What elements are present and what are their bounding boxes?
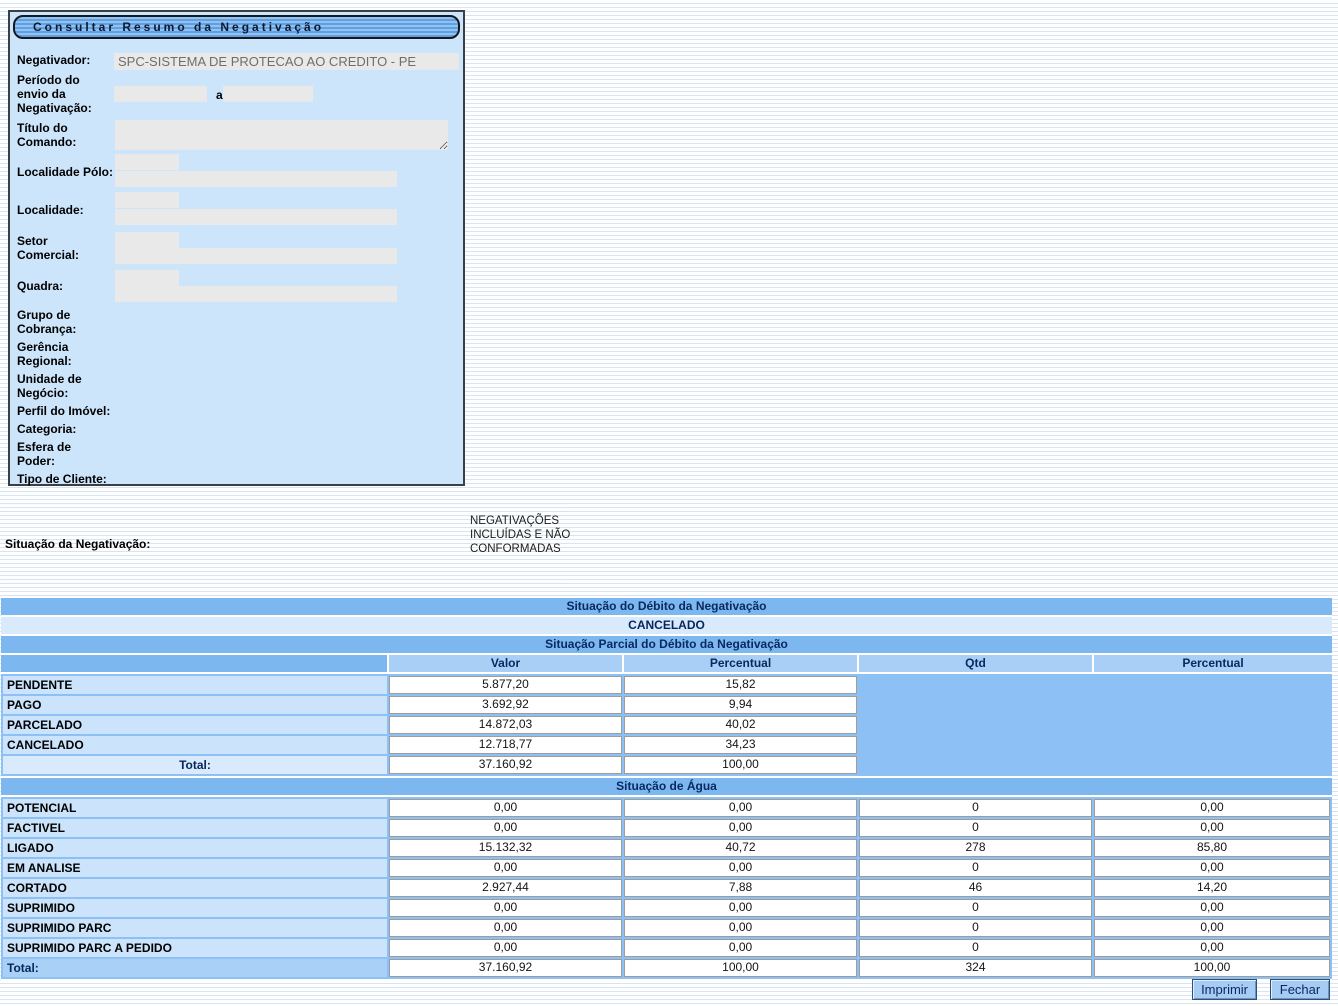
separator-line-top [2, 504, 565, 505]
table-row: SUPRIMIDO PARC 0,00 0,00 0 0,00 [3, 919, 1330, 937]
table-row: FACTIVEL 0,00 0,00 0 0,00 [3, 819, 1330, 837]
column-header-row: Valor Percentual Qtd Percentual [1, 655, 1332, 672]
negativador-input[interactable] [114, 53, 459, 70]
panel-title-bar: Consultar Resumo da Negativação [13, 15, 460, 39]
periodo-from-input[interactable] [114, 86, 207, 102]
quadra-name-input[interactable] [115, 286, 397, 302]
periodo-envio-label: Período do envio da Negativação: [17, 73, 99, 115]
debito-rows-section: PENDENTE 5.877,20 15,82 PAGO 3.692,92 9,… [1, 674, 1332, 776]
periodo-separator: a [216, 88, 223, 102]
table-row: PARCELADO 14.872,03 40,02 [3, 716, 1330, 734]
situacao-negativacao-label: Situação da Negativação: [5, 537, 150, 551]
situacao-negativacao-value: NEGATIVAÇÕES INCLUÍDAS E NÃO CONFORMADAS [470, 514, 574, 556]
debito-section-header: Situação do Débito da Negativação [1, 598, 1332, 615]
tipo-cliente-label: Tipo de Cliente: [17, 472, 147, 486]
table-row: EM ANALISE 0,00 0,00 0 0,00 [3, 859, 1330, 877]
fechar-button[interactable]: Fechar [1270, 979, 1330, 1000]
quadra-code-input[interactable] [115, 270, 179, 286]
setor-comercial-name-input[interactable] [115, 248, 397, 264]
localidade-polo-name-input[interactable] [115, 171, 397, 187]
grupo-cobranca-label: Grupo de Cobrança: [17, 308, 87, 336]
debito-status-subheader: CANCELADO [1, 617, 1332, 634]
quadra-label: Quadra: [17, 279, 127, 293]
periodo-to-input[interactable] [223, 86, 313, 102]
table-row: SUPRIMIDO 0,00 0,00 0 0,00 [3, 899, 1330, 917]
consulta-resumo-panel: Consultar Resumo da Negativação Negativa… [8, 10, 465, 486]
resumo-negativacao-table: Situação do Débito da Negativação CANCEL… [1, 598, 1332, 981]
table-row: LIGADO 15.132,32 40,72 278 85,80 [3, 839, 1330, 857]
localidade-polo-label: Localidade Pólo: [17, 165, 127, 179]
column-header-percentual2: Percentual [1094, 655, 1332, 672]
table-row: CANCELADO 12.718,77 34,23 [3, 736, 1330, 754]
action-button-bar: Imprimir Fechar [1192, 979, 1330, 1000]
setor-comercial-code-input[interactable] [115, 232, 179, 248]
column-header-empty [1, 655, 387, 672]
imprimir-button[interactable]: Imprimir [1192, 979, 1257, 1000]
column-header-valor: Valor [389, 655, 622, 672]
table-row: POTENCIAL 0,00 0,00 0 0,00 [3, 799, 1330, 817]
separator-line-bottom [2, 582, 565, 583]
table-row: SUPRIMIDO PARC A PEDIDO 0,00 0,00 0 0,00 [3, 939, 1330, 957]
table-row: PAGO 3.692,92 9,94 [3, 696, 1330, 714]
negativador-label: Negativador: [17, 53, 117, 67]
localidade-polo-code-input[interactable] [115, 154, 179, 170]
gerencia-regional-label: Gerência Regional: [17, 340, 87, 368]
agua-section-header: Situação de Água [1, 778, 1332, 795]
localidade-label: Localidade: [17, 203, 127, 217]
titulo-comando-label: Título do Comando: [17, 121, 87, 149]
categoria-label: Categoria: [17, 422, 147, 436]
column-header-percentual: Percentual [624, 655, 857, 672]
unidade-negocio-label: Unidade de Negócio: [17, 372, 97, 400]
parcial-section-header: Situação Parcial do Débito da Negativaçã… [1, 636, 1332, 653]
titulo-comando-textarea[interactable] [115, 120, 448, 150]
column-header-qtd: Qtd [859, 655, 1092, 672]
table-row: CORTADO 2.927,44 7,88 46 14,20 [3, 879, 1330, 897]
debito-total-row: Total: 37.160,92 100,00 [3, 756, 1330, 774]
localidade-name-input[interactable] [115, 209, 397, 225]
perfil-imovel-label: Perfil do Imóvel: [17, 404, 147, 418]
table-row: PENDENTE 5.877,20 15,82 [3, 676, 1330, 694]
localidade-code-input[interactable] [115, 192, 179, 208]
esfera-poder-label: Esfera de Poder: [17, 440, 79, 468]
agua-rows-section: POTENCIAL 0,00 0,00 0 0,00 FACTIVEL 0,00… [1, 797, 1332, 979]
agua-total-row: Total: 37.160,92 100,00 324 100,00 [3, 959, 1330, 977]
setor-comercial-label: Setor Comercial: [17, 234, 87, 262]
